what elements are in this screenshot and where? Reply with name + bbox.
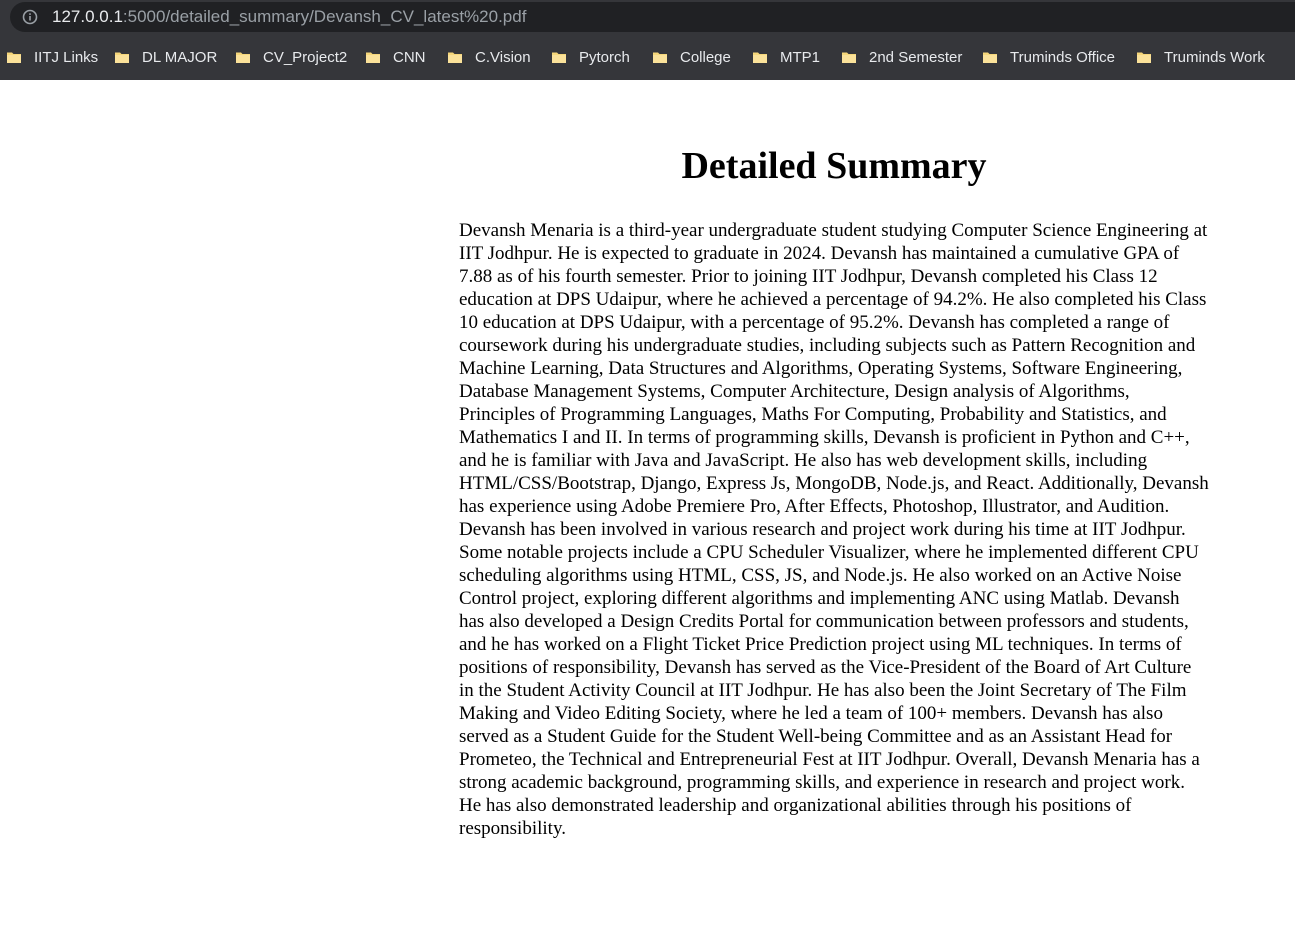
bookmark-label: College [680,48,731,66]
url-host: 127.0.0.1 [52,7,123,26]
info-icon[interactable] [22,9,38,25]
folder-icon [842,52,856,63]
url-path: :5000/detailed_summary/Devansh_CV_latest… [122,7,527,26]
folder-icon [1137,52,1151,63]
bookmark-label: Pytorch [579,48,630,66]
folder-icon [448,52,462,63]
folder-icon [552,52,566,63]
bookmark-label: IITJ Links [34,48,99,66]
browser-toolbar: 127.0.0.1:5000/detailed_summary/Devansh_… [0,0,1295,80]
url-text[interactable]: 127.0.0.1:5000/detailed_summary/Devansh_… [52,6,526,28]
page-content: Detailed Summary Devansh Menaria is a th… [459,80,1209,840]
bookmark-label: Truminds Work [1164,48,1265,66]
bookmark-label: DL MAJOR [142,48,218,66]
folder-icon [366,52,380,63]
bookmark-2nd-semester[interactable]: 2nd Semester [841,46,962,68]
folder-icon [115,52,129,63]
bookmark-mtp1[interactable]: MTP1 [752,46,820,68]
page-title: Detailed Summary [681,145,987,187]
bookmarks-bar: IITJ Links DL MAJOR CV_Project2 CNN C.Vi… [0,40,1295,72]
bookmark-label: 2nd Semester [869,48,963,66]
bookmark-label: CV_Project2 [263,48,348,66]
bookmark-label: MTP1 [780,48,821,66]
bookmark-cnn[interactable]: CNN [365,46,426,68]
bookmark-c-vision[interactable]: C.Vision [447,46,531,68]
bookmark-label: Truminds Office [1010,48,1116,66]
bookmark-pytorch[interactable]: Pytorch [551,46,630,68]
bookmark-dl-major[interactable]: DL MAJOR [114,46,217,68]
bookmark-label: C.Vision [475,48,531,66]
bookmark-truminds-office[interactable]: Truminds Office [982,46,1115,68]
folder-icon [753,52,767,63]
bookmark-label: CNN [393,48,426,66]
bookmark-truminds-work[interactable]: Truminds Work [1136,46,1265,68]
folder-icon [7,52,21,63]
folder-icon [983,52,997,63]
address-bar[interactable]: 127.0.0.1:5000/detailed_summary/Devansh_… [10,2,1295,32]
folder-icon [236,52,250,63]
folder-icon [653,52,667,63]
bookmark-cv-project2[interactable]: CV_Project2 [235,46,347,68]
bookmark-iitj-links[interactable]: IITJ Links [6,46,98,68]
bookmark-college[interactable]: College [652,46,731,68]
summary-paragraph: Devansh Menaria is a third-year undergra… [459,220,1209,839]
